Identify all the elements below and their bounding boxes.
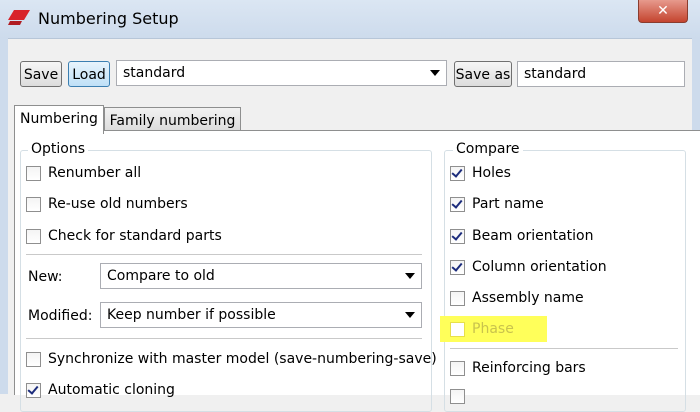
reuse-old-numbers-checkbox[interactable]: Re-use old numbers: [26, 196, 188, 212]
embedded-objects-checkbox[interactable]: [450, 389, 472, 404]
beam-orientation-checkbox[interactable]: Beam orientation: [450, 228, 593, 244]
checkbox-label: Beam orientation: [472, 228, 594, 244]
checkbox-label: Reinforcing bars: [472, 360, 586, 376]
checkbox-box[interactable]: [450, 259, 465, 275]
checkbox-label: Check for standard parts: [48, 228, 222, 244]
assembly-name-checkbox[interactable]: Assembly name: [450, 290, 584, 306]
checkbox-label: Phase: [472, 321, 514, 337]
part-name-checkbox[interactable]: Part name: [450, 196, 544, 212]
holes-checkbox[interactable]: Holes: [450, 165, 511, 181]
window-frame-left: [0, 38, 8, 394]
checkbox-box[interactable]: [26, 382, 41, 398]
options-separator: [26, 254, 422, 255]
window-title: Numbering Setup: [38, 9, 179, 28]
save-as-input[interactable]: standard: [517, 61, 685, 87]
preset-dropdown-value: standard: [123, 65, 186, 81]
chevron-down-icon[interactable]: [430, 70, 440, 76]
compare-separator: [450, 348, 678, 349]
reinforcing-bars-checkbox[interactable]: Reinforcing bars: [450, 360, 586, 376]
checkbox-label: Automatic cloning: [48, 382, 175, 398]
checkbox-box[interactable]: [450, 360, 465, 376]
chevron-down-icon[interactable]: [405, 312, 415, 318]
phase-checkbox[interactable]: Phase: [450, 321, 514, 337]
checkbox-box[interactable]: [450, 165, 465, 181]
modified-label: Modified:: [28, 308, 93, 324]
check-standard-parts-checkbox[interactable]: Check for standard parts: [26, 228, 222, 244]
checkbox-label: Part name: [472, 196, 544, 212]
save-as-button[interactable]: Save as: [454, 61, 512, 87]
checkbox-label: Holes: [472, 165, 511, 181]
checkbox-box[interactable]: [26, 228, 41, 244]
checkbox-box[interactable]: [450, 196, 465, 212]
chevron-down-icon[interactable]: [405, 273, 415, 279]
options-separator-2: [26, 338, 422, 339]
checkbox-box[interactable]: [26, 196, 41, 212]
column-orientation-checkbox[interactable]: Column orientation: [450, 259, 607, 275]
checkbox-box[interactable]: [26, 165, 41, 181]
checkbox-box[interactable]: [450, 389, 465, 404]
checkbox-label: Assembly name: [472, 290, 584, 306]
close-button[interactable]: ✕: [638, 0, 688, 23]
preset-dropdown[interactable]: standard: [116, 60, 447, 86]
automatic-cloning-checkbox[interactable]: Automatic cloning: [26, 382, 175, 398]
checkbox-box[interactable]: [450, 290, 465, 306]
options-group-title: Options: [28, 141, 89, 157]
load-button[interactable]: Load: [68, 61, 110, 87]
checkbox-box[interactable]: [450, 321, 465, 337]
new-label: New:: [28, 269, 63, 285]
app-logo-icon: [8, 10, 30, 25]
tab-numbering[interactable]: Numbering: [14, 105, 104, 134]
window-titlebar: Numbering Setup ✕: [0, 0, 700, 39]
modified-dropdown[interactable]: Keep number if possible: [100, 302, 422, 328]
compare-group-title: Compare: [453, 141, 523, 157]
save-button[interactable]: Save: [20, 61, 62, 87]
checkbox-box[interactable]: [450, 228, 465, 244]
checkbox-box[interactable]: [26, 351, 41, 367]
checkbox-label: Column orientation: [472, 259, 607, 275]
modified-dropdown-value: Keep number if possible: [107, 307, 276, 323]
renumber-all-checkbox[interactable]: Renumber all: [26, 165, 141, 181]
new-dropdown-value: Compare to old: [107, 268, 215, 284]
checkbox-label: Re-use old numbers: [48, 196, 188, 212]
synchronize-master-checkbox[interactable]: Synchronize with master model (save-numb…: [26, 351, 437, 367]
checkbox-label: Renumber all: [48, 165, 142, 181]
checkbox-label: Synchronize with master model (save-numb…: [48, 351, 437, 367]
new-dropdown[interactable]: Compare to old: [100, 263, 422, 289]
